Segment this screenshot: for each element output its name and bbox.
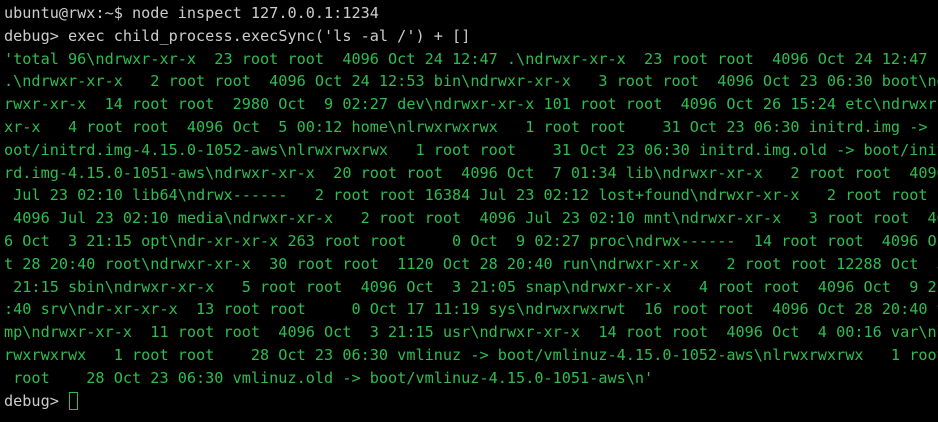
shell-prompt: ubuntu@rwx:~$ bbox=[4, 4, 133, 22]
output-line: xr-x 4 root root 4096 Oct 5 00:12 home\n… bbox=[4, 117, 938, 136]
output-line: rd.img-4.15.0-1051-aws\ndrwxr-xr-x 20 ro… bbox=[4, 163, 938, 182]
terminal-cursor[interactable] bbox=[69, 391, 79, 410]
output-line: mp\ndrwxr-xr-x 11 root root 4096 Oct 3 2… bbox=[4, 323, 938, 342]
terminal-window[interactable]: ubuntu@rwx:~$ node inspect 127.0.0.1:123… bbox=[0, 0, 938, 422]
debug-command: exec child_process.execSync('ls -al /') … bbox=[68, 26, 471, 45]
output-line: rwxr-xr-x 14 root root 2980 Oct 9 02:27 … bbox=[4, 95, 938, 114]
command-output: 'total 96\ndrwxr-xr-x 23 root root 4096 … bbox=[4, 48, 938, 390]
debug-command-line: debug> exec child_process.execSync('ls -… bbox=[4, 25, 938, 48]
output-line: 'total 96\ndrwxr-xr-x 23 root root 4096 … bbox=[4, 49, 938, 68]
output-line: root 28 Oct 23 06:30 vmlinuz.old -> boot… bbox=[4, 368, 654, 387]
output-line: 21:15 sbin\ndrwxr-xr-x 5 root root 4096 … bbox=[4, 277, 938, 296]
debug-prompt: debug> bbox=[4, 26, 69, 45]
output-line: 4096 Jul 23 02:10 media\ndrwxr-xr-x 2 ro… bbox=[4, 209, 938, 228]
debug-prompt-active: debug> bbox=[4, 391, 69, 410]
shell-command-line: ubuntu@rwx:~$ node inspect 127.0.0.1:123… bbox=[4, 2, 938, 25]
input-line[interactable]: debug> bbox=[4, 390, 938, 413]
output-line: :40 srv\ndr-xr-xr-x 13 root root 0 Oct 1… bbox=[4, 300, 938, 319]
output-line: oot/initrd.img-4.15.0-1052-aws\nlrwxrwxr… bbox=[4, 140, 938, 159]
output-line: t 28 20:40 root\ndrwxr-xr-x 30 root root… bbox=[4, 254, 938, 273]
output-line: rwxrwxrwx 1 root root 28 Oct 23 06:30 vm… bbox=[4, 345, 938, 364]
output-line: 6 Oct 3 21:15 opt\ndr-xr-xr-x 263 root r… bbox=[4, 231, 938, 250]
output-line: Jul 23 02:10 lib64\ndrwx------ 2 root ro… bbox=[4, 186, 937, 205]
shell-command: node inspect 127.0.0.1:1234 bbox=[132, 4, 379, 22]
output-line: .\ndrwxr-xr-x 2 root root 4096 Oct 24 12… bbox=[4, 72, 938, 91]
